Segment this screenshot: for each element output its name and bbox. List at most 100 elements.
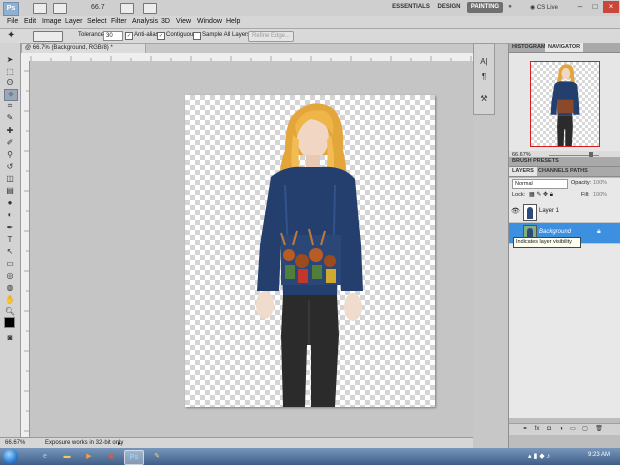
magic-wand-tool-icon[interactable]: ✦ (7, 30, 15, 41)
menu-window[interactable]: Window (197, 17, 222, 27)
start-button[interactable] (3, 449, 18, 464)
tab-brush-presets[interactable]: BRUSH PRESETS (509, 157, 562, 166)
menu-bar: File Edit Image Layer Select Filter Anal… (0, 16, 620, 29)
new-group-icon[interactable]: ▭ (569, 425, 577, 433)
close-button[interactable]: × (603, 1, 619, 13)
tab-histogram[interactable]: HISTOGRAM (509, 43, 549, 52)
menu-layer[interactable]: Layer (65, 17, 83, 27)
brush-tool-icon[interactable]: ✐ (4, 138, 16, 148)
type-tool-icon[interactable]: T (4, 235, 16, 245)
opacity-value[interactable]: 100% (593, 180, 607, 186)
cs-live-menu[interactable]: ◉ CS Live (530, 4, 558, 11)
sample-all-layers-checkbox[interactable] (193, 32, 201, 40)
minimize-button[interactable]: – (573, 1, 587, 13)
status-menu-arrow-icon[interactable]: ▸ (118, 440, 121, 447)
character-panel-icon[interactable]: A| (478, 56, 490, 68)
launch-bridge-icon[interactable] (33, 3, 47, 14)
pen-tool-icon[interactable]: ✒ (4, 223, 16, 233)
menu-select[interactable]: Select (87, 17, 106, 27)
blend-mode-select[interactable]: Normal (512, 179, 568, 189)
layer-style-icon[interactable]: fx (533, 425, 541, 433)
navigator-thumbnail[interactable] (530, 61, 600, 147)
refine-edge-button[interactable]: Refine Edge... (248, 31, 295, 42)
adjustment-layer-icon[interactable]: ◑ (557, 425, 565, 433)
document-tab[interactable]: @ 66.7% (Background, RGB/8) * (21, 43, 146, 53)
workspace-essentials[interactable]: ESSENTIALS (391, 2, 431, 13)
menu-3d[interactable]: 3D (161, 17, 170, 27)
taskbar-chrome-icon[interactable]: ◉ (102, 450, 120, 463)
tab-layers[interactable]: LAYERS (509, 167, 537, 176)
visibility-toggle[interactable] (511, 229, 519, 237)
eye-icon[interactable]: 👁︎ (511, 208, 520, 216)
document-canvas[interactable] (185, 95, 435, 407)
crop-tool-icon[interactable]: ⌗ (4, 101, 16, 111)
tools-panel: ➤ ⬚ ʘ ✧ ⌗ ✎ ✚ ✐ ⚲ ↺ ◫ ▤ ● ◐ ✒ T ↖ ▭ ◎ ◍ … (0, 43, 21, 443)
eyedropper-tool-icon[interactable]: ✎ (4, 113, 16, 123)
new-layer-icon[interactable]: ▢ (581, 425, 589, 433)
lock-icons[interactable]: ▦ ✎ ✥ 🔒︎ (529, 191, 553, 199)
menu-view[interactable]: View (176, 17, 191, 27)
launch-mini-bridge-icon[interactable] (53, 3, 67, 14)
gradient-tool-icon[interactable]: ▤ (4, 186, 16, 196)
menu-image[interactable]: Image (42, 17, 61, 27)
taskbar-explorer-icon[interactable]: ▬ (58, 450, 76, 463)
delete-layer-icon[interactable]: 🗑︎ (595, 425, 603, 433)
tool-presets-icon[interactable]: ⚒ (478, 93, 490, 105)
selection-mode-buttons[interactable] (33, 31, 63, 42)
tolerance-label: Tolerance: (78, 32, 106, 38)
taskbar-photoshop-icon[interactable]: Ps (124, 450, 144, 465)
taskbar-ie-icon[interactable]: e (36, 450, 54, 463)
taskbar-paint-icon[interactable]: ✎ (148, 450, 166, 463)
hand-tool-icon[interactable]: ✋ (4, 295, 16, 305)
link-layers-icon[interactable]: ⚭ (521, 425, 529, 433)
screen-mode-icon[interactable] (143, 3, 157, 14)
lasso-tool-icon[interactable]: ʘ (4, 78, 16, 88)
windows-taskbar: e ▬ ▶ ◉ Ps ✎ ▴ ▮ ◆ ♪ 9:23 AM (0, 448, 620, 465)
taskbar-media-icon[interactable]: ▶ (80, 450, 98, 463)
more-workspaces-icon[interactable]: » (505, 2, 515, 13)
layer-row-layer-1[interactable]: 👁︎ Layer 1 (509, 202, 620, 223)
clone-stamp-tool-icon[interactable]: ⚲ (4, 150, 16, 160)
navigator-panel (509, 53, 620, 151)
workspace-design[interactable]: DESIGN (434, 2, 464, 13)
status-zoom-field[interactable]: 66.67% (5, 440, 25, 446)
blur-tool-icon[interactable]: ● (4, 198, 16, 208)
path-selection-tool-icon[interactable]: ↖ (4, 247, 16, 257)
tab-navigator[interactable]: NAVIGATOR (545, 43, 584, 52)
anti-alias-label: Anti-alias (134, 32, 159, 38)
quick-selection-tool-icon[interactable]: ✧ (4, 89, 18, 101)
eraser-tool-icon[interactable]: ◫ (4, 174, 16, 184)
tab-paths[interactable]: PATHS (567, 167, 591, 176)
3d-orbit-tool-icon[interactable]: ◍ (4, 283, 16, 293)
menu-file[interactable]: File (7, 17, 18, 27)
contiguous-checkbox[interactable]: ✓ (157, 32, 165, 40)
maximize-button[interactable]: □ (588, 1, 602, 13)
marquee-tool-icon[interactable]: ⬚ (4, 67, 16, 77)
layer-thumbnail (523, 204, 537, 221)
move-tool-icon[interactable]: ➤ (4, 55, 16, 65)
menu-analysis[interactable]: Analysis (132, 17, 158, 27)
arrange-documents-icon[interactable] (120, 3, 134, 14)
workspace-painting[interactable]: PAINTING (467, 2, 503, 13)
menu-filter[interactable]: Filter (111, 17, 127, 27)
zoom-tool-icon[interactable]: 🔍︎ (4, 307, 16, 317)
paragraph-panel-icon[interactable]: ¶ (478, 71, 490, 83)
tolerance-input[interactable]: 30 (103, 31, 123, 41)
add-mask-icon[interactable]: ◘ (545, 425, 553, 433)
fill-value[interactable]: 100% (593, 192, 607, 198)
quick-mask-icon[interactable]: ◙ (4, 333, 16, 343)
history-brush-tool-icon[interactable]: ↺ (4, 162, 16, 172)
fill-label: Fill: (581, 192, 590, 198)
dodge-tool-icon[interactable]: ◐ (4, 210, 16, 220)
menu-help[interactable]: Help (226, 17, 240, 27)
menu-edit[interactable]: Edit (24, 17, 36, 27)
zoom-level-display[interactable]: 66.7 (91, 4, 105, 11)
foreground-color-swatch[interactable] (4, 317, 15, 328)
3d-rotate-tool-icon[interactable]: ◎ (4, 271, 16, 281)
anti-alias-checkbox[interactable]: ✓ (125, 32, 133, 40)
options-bar: ✦ Tolerance: 30 ✓ Anti-alias ✓ Contiguou… (0, 29, 620, 44)
healing-brush-tool-icon[interactable]: ✚ (4, 126, 16, 136)
tray-icons[interactable]: ▴ ▮ ◆ ♪ (528, 452, 550, 460)
taskbar-clock[interactable]: 9:23 AM (588, 452, 610, 458)
shape-tool-icon[interactable]: ▭ (4, 259, 16, 269)
